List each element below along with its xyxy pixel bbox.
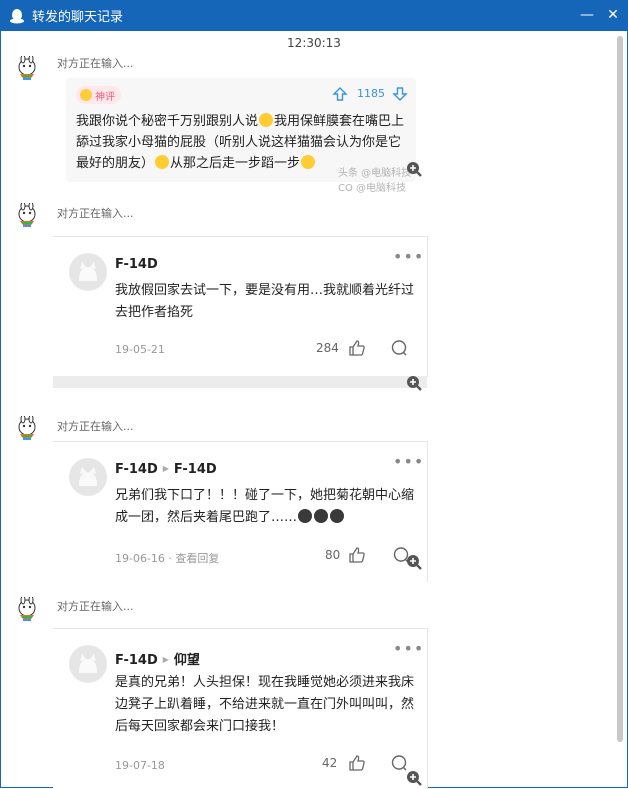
comment-text: 我放假回家去试一下，要是没有用…我就顺着光纤过去把作者掐死 [115, 283, 415, 320]
author-name[interactable]: F-14D [115, 653, 158, 668]
typing-status: 对方正在输入... [57, 420, 134, 433]
title-bar: 转发的聊天记录 — ✕ [0, 0, 628, 31]
sender-avatar[interactable] [12, 597, 42, 627]
scrollbar-thumb[interactable] [617, 36, 623, 742]
reply-bubble-icon[interactable] [390, 339, 408, 357]
laughing-emoji-icon [155, 155, 170, 169]
smile-face-icon [80, 89, 92, 101]
reply-arrow-icon: ▶ [162, 655, 169, 664]
zoom-in-icon[interactable] [405, 769, 423, 787]
comment-card[interactable]: F-14D ••• 我放假回家去试一下，要是没有用…我就顺着光纤过去把作者掐死 … [53, 236, 428, 377]
like-count: 80 [325, 548, 341, 562]
dark-face-emoji-icon [298, 509, 313, 523]
commenter-name[interactable]: F-14D ▶ F-14D [115, 462, 217, 477]
comment-text: 兄弟们我下口了！！！碰了一下，她把菊花朝中心缩成一团，然后夹着尾巴跑了…… [115, 485, 415, 529]
zoom-in-icon[interactable] [405, 374, 423, 392]
comment-card[interactable]: F-14D ▶ F-14D ••• 兄弟们我下口了！！！碰了一下，她把菊花朝中心缩成… [53, 441, 428, 582]
commenter-name[interactable]: F-14D ▶ 仰望 [115, 649, 200, 668]
comment-date: 19-07-18 [115, 759, 165, 772]
commenter-avatar[interactable] [69, 645, 107, 683]
dark-face-emoji-icon [314, 509, 329, 523]
hot-comment-badge: 神评 [76, 86, 121, 104]
thumbs-up-icon[interactable] [348, 754, 366, 772]
badge-label: 神评 [95, 91, 115, 103]
window-title: 转发的聊天记录 [32, 10, 124, 25]
sender-avatar[interactable] [12, 203, 42, 233]
laughing-emoji-icon [301, 155, 316, 169]
zoom-in-icon[interactable] [405, 553, 423, 571]
more-options-button[interactable]: ••• [393, 639, 424, 658]
zoom-in-icon[interactable] [405, 160, 423, 178]
card-bottom-band [53, 376, 427, 388]
sender-avatar[interactable] [12, 56, 42, 86]
window-border-left [0, 31, 1, 788]
thumbs-up-icon[interactable] [348, 546, 366, 564]
commenter-name[interactable]: F-14D [115, 257, 158, 272]
thumbs-up-icon[interactable] [348, 339, 366, 357]
typing-status: 对方正在输入... [57, 57, 134, 70]
upvote-arrow-icon[interactable] [332, 86, 348, 102]
more-options-button[interactable]: ••• [393, 452, 424, 471]
commenter-avatar[interactable] [69, 253, 107, 291]
reply-arrow-icon: ▶ [162, 464, 169, 473]
message-timestamp: 12:30:13 [287, 36, 341, 50]
view-replies-link[interactable]: · 查看回复 [165, 552, 219, 565]
close-button[interactable]: ✕ [604, 6, 622, 24]
laughing-emoji-icon [259, 113, 274, 127]
author-name[interactable]: F-14D [115, 462, 158, 477]
post-text-part-3: 从那之后走一步蹈一步 [170, 156, 301, 171]
comment-card[interactable]: F-14D ▶ 仰望 ••• 是真的兄弟！人头担保！现在我睡觉她必须进来我床边凳子上… [53, 628, 428, 789]
commenter-avatar[interactable] [69, 458, 107, 496]
dark-face-emoji-icon [330, 509, 345, 523]
reply-to-name[interactable]: F-14D [174, 462, 217, 477]
sender-avatar[interactable] [12, 416, 42, 446]
minimize-button[interactable]: — [578, 6, 596, 24]
comment-date: 19-05-21 [115, 343, 165, 356]
typing-status: 对方正在输入... [57, 600, 134, 613]
comment-date: 19-06-16 · 查看回复 [115, 550, 219, 566]
upvote-count: 1185 [357, 87, 385, 100]
comment-text-body: 兄弟们我下口了！！！碰了一下，她把菊花朝中心缩成一团，然后夹着尾巴跑了…… [115, 488, 415, 525]
more-options-button[interactable]: ••• [393, 247, 424, 266]
comment-date-value: 19-06-16 [115, 552, 165, 565]
qq-logo-icon [10, 8, 24, 23]
downvote-arrow-icon[interactable] [392, 86, 408, 102]
reply-to-name[interactable]: 仰望 [174, 653, 200, 668]
comment-text: 是真的兄弟！人头担保！现在我睡觉她必须进来我床边凳子上趴着睡，不给进来就一直在门… [115, 675, 415, 734]
typing-status: 对方正在输入... [57, 207, 134, 220]
like-count: 284 [316, 341, 339, 355]
like-count: 42 [322, 756, 338, 770]
forwarded-post-card[interactable]: 神评 1185 我跟你说个秘密千万别跟别人说 我用保鲜膜套在嘴巴上舔过我家小母猫的… [66, 78, 416, 194]
post-text-part-1: 我跟你说个秘密千万别跟别人说 [76, 114, 259, 129]
